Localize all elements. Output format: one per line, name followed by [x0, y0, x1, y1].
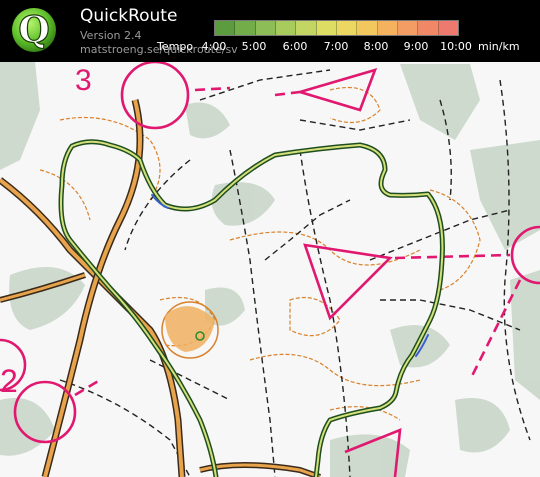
tempo-color-swatch	[215, 21, 236, 35]
tempo-color-swatch	[418, 21, 439, 35]
header-bar: Q QuickRoute Version 2.4 matstroeng.se/q…	[0, 0, 540, 62]
control-number: 3	[75, 64, 92, 97]
app-title: QuickRoute	[80, 6, 178, 26]
tempo-tick: 9:00	[403, 40, 429, 53]
tempo-tick: 6:00	[282, 40, 308, 53]
tempo-color-scale	[214, 20, 459, 36]
tempo-color-swatch	[235, 21, 256, 35]
tempo-label: Tempo	[157, 40, 194, 53]
tempo-color-swatch	[336, 21, 358, 35]
quickroute-logo-icon: Q	[12, 8, 56, 52]
tempo-unit: min/km	[478, 40, 520, 53]
tempo-color-swatch	[438, 21, 458, 35]
orienteering-map[interactable]: 3 2	[0, 62, 540, 477]
tempo-color-swatch	[275, 21, 297, 35]
tempo-color-swatch	[377, 21, 398, 35]
control-number: 2	[0, 363, 18, 399]
tempo-color-swatch	[255, 21, 276, 35]
tempo-tick: 5:00	[241, 40, 267, 53]
tempo-tick: 7:00	[323, 40, 349, 53]
tempo-tick: 8:00	[363, 40, 389, 53]
tempo-color-swatch	[357, 21, 378, 35]
tempo-color-swatch	[296, 21, 317, 35]
tempo-tick: 4:00	[201, 40, 227, 53]
tempo-tick: 10:00	[440, 40, 472, 53]
app-version: Version 2.4	[80, 29, 142, 42]
tempo-color-swatch	[316, 21, 337, 35]
hill-feature	[161, 301, 219, 359]
svg-text:Q: Q	[18, 9, 49, 51]
quickroute-window: Q QuickRoute Version 2.4 matstroeng.se/q…	[0, 0, 540, 477]
tempo-color-swatch	[397, 21, 419, 35]
